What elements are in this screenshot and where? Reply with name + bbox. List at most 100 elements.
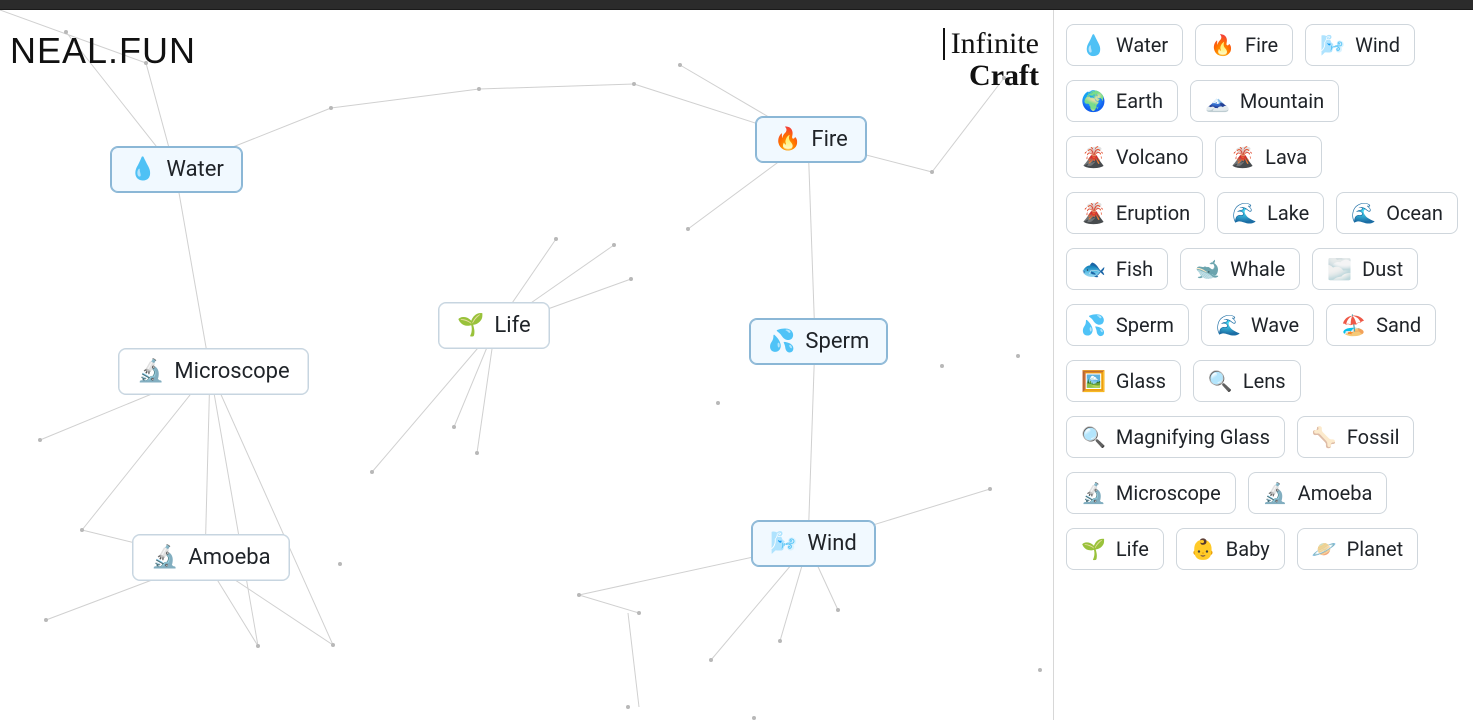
sidebar-item-label: Planet xyxy=(1347,537,1404,561)
sidebar-item-label: Volcano xyxy=(1116,145,1188,169)
lens-icon: 🔍 xyxy=(1208,371,1233,391)
sidebar-item-wind[interactable]: 🌬️ Wind xyxy=(1305,24,1415,66)
brand-logo-right-line1: Infinite xyxy=(943,28,1039,60)
elements-sidebar[interactable]: 💧Water🔥Fire🌬️Wind🌍Earth🗻Mountain🌋Volcano… xyxy=(1053,10,1473,720)
canvas-item-life[interactable]: 🌱 Life xyxy=(438,302,550,349)
baby-icon: 👶 xyxy=(1191,539,1216,559)
sidebar-row: 💧 Water 🔥 Fire 🌬️ Wind xyxy=(1066,24,1461,66)
life-icon: 🌱 xyxy=(457,315,484,337)
sidebar-item-sand[interactable]: 🏖️ Sand xyxy=(1326,304,1436,346)
sidebar-item-label: Wave xyxy=(1251,313,1299,337)
sidebar-item-label: Dust xyxy=(1362,257,1403,281)
canvas-item-wind[interactable]: 🌬️Wind xyxy=(751,520,876,567)
canvas-item-amoeba[interactable]: 🔬Amoeba xyxy=(132,534,290,581)
water-icon: 💧 xyxy=(129,159,156,181)
sidebar-item-label: Wind xyxy=(1355,33,1400,57)
window-chrome-bar xyxy=(0,0,1473,10)
sidebar-item-eruption[interactable]: 🌋 Eruption xyxy=(1066,192,1205,234)
sidebar-item-mountain[interactable]: 🗻 Mountain xyxy=(1190,80,1339,122)
sidebar-item-ocean[interactable]: 🌊Ocean xyxy=(1336,192,1458,234)
sidebar-item-label: Amoeba xyxy=(1298,481,1373,505)
canvas-item-label: Water xyxy=(166,157,223,182)
sidebar-item-label: Ocean xyxy=(1386,201,1443,225)
sidebar-item-baby[interactable]: 👶 Baby xyxy=(1176,528,1285,570)
sidebar-item-life[interactable]: 🌱 Life xyxy=(1066,528,1164,570)
wind-icon: 🌬️ xyxy=(1320,35,1345,55)
sidebar-item-label: Life xyxy=(1116,537,1149,561)
sidebar-row: 🐟 Fish 🐋 Whale 🌫️ Dust xyxy=(1066,248,1461,290)
canvas-item-label: Life xyxy=(494,313,530,338)
sperm-icon: 💦 xyxy=(1081,315,1106,335)
life-icon: 🌱 xyxy=(1081,539,1106,559)
earth-icon: 🌍 xyxy=(1081,91,1106,111)
sidebar-item-earth[interactable]: 🌍Earth xyxy=(1066,80,1178,122)
fire-icon: 🔥 xyxy=(1210,35,1235,55)
canvas-item-sperm[interactable]: 💦 Sperm xyxy=(749,318,888,365)
sidebar-row: 💦Sperm 🌊 Wave 🏖️ Sand xyxy=(1066,304,1461,346)
sidebar-item-dust[interactable]: 🌫️ Dust xyxy=(1312,248,1418,290)
sidebar-item-label: Fire xyxy=(1245,33,1278,57)
fish-icon: 🐟 xyxy=(1081,259,1106,279)
sidebar-item-lens[interactable]: 🔍 Lens xyxy=(1193,360,1301,402)
sperm-icon: 💦 xyxy=(768,331,795,353)
glass-icon: 🖼️ xyxy=(1081,371,1106,391)
sidebar-item-magnifying-glass[interactable]: 🔍 Magnifying Glass xyxy=(1066,416,1285,458)
sidebar-item-wave[interactable]: 🌊 Wave xyxy=(1201,304,1314,346)
sidebar-item-label: Lens xyxy=(1243,369,1286,393)
whale-icon: 🐋 xyxy=(1195,259,1220,279)
sidebar-item-volcano[interactable]: 🌋Volcano xyxy=(1066,136,1203,178)
eruption-icon: 🌋 xyxy=(1081,203,1106,223)
sidebar-item-water[interactable]: 💧 Water xyxy=(1066,24,1183,66)
magnifying-glass-icon: 🔍 xyxy=(1081,427,1106,447)
sidebar-item-label: Sand xyxy=(1376,313,1421,337)
sidebar-item-label: Whale xyxy=(1230,257,1285,281)
sidebar-row: 🌍Earth 🗻 Mountain xyxy=(1066,80,1461,122)
planet-icon: 🪐 xyxy=(1312,539,1337,559)
sidebar-item-lava[interactable]: 🌋 Lava xyxy=(1215,136,1322,178)
sidebar-item-sperm[interactable]: 💦Sperm xyxy=(1066,304,1189,346)
sidebar-item-label: Lava xyxy=(1265,145,1307,169)
water-icon: 💧 xyxy=(1081,35,1106,55)
canvas-item-label: Sperm xyxy=(805,329,869,354)
sidebar-item-lake[interactable]: 🌊Lake xyxy=(1217,192,1324,234)
sidebar-row: 🔬Microscope🔬Amoeba xyxy=(1066,472,1461,514)
sidebar-row: 🌋 Eruption 🌊Lake 🌊Ocean xyxy=(1066,192,1461,234)
sidebar-item-whale[interactable]: 🐋 Whale xyxy=(1180,248,1300,290)
sand-icon: 🏖️ xyxy=(1341,315,1366,335)
canvas-item-label: Microscope xyxy=(174,359,289,384)
microscope-icon: 🔬 xyxy=(1081,483,1106,503)
sidebar-item-planet[interactable]: 🪐 Planet xyxy=(1297,528,1418,570)
brand-logo-right-line2: Craft xyxy=(943,60,1039,92)
sidebar-item-label: Magnifying Glass xyxy=(1116,425,1270,449)
canvas-item-water[interactable]: 💧 Water xyxy=(110,146,243,193)
sidebar-item-label: Baby xyxy=(1226,537,1270,561)
sidebar-item-fish[interactable]: 🐟 Fish xyxy=(1066,248,1168,290)
canvas-item-microscope[interactable]: 🔬Microscope xyxy=(118,348,309,395)
sidebar-row: 🌱 Life 👶 Baby 🪐 Planet xyxy=(1066,528,1461,570)
sidebar-item-label: Eruption xyxy=(1116,201,1190,225)
app-main: NEAL.FUN Infinite Craft 💧 Water 🔥 Fire 🌱 Life… xyxy=(0,10,1473,720)
sidebar-item-amoeba[interactable]: 🔬 Amoeba xyxy=(1248,472,1388,514)
sidebar-item-glass[interactable]: 🖼️Glass xyxy=(1066,360,1181,402)
sidebar-item-label: Fish xyxy=(1116,257,1153,281)
sidebar-item-label: Water xyxy=(1116,33,1168,57)
canvas-item-fire[interactable]: 🔥Fire xyxy=(755,116,867,163)
lava-icon: 🌋 xyxy=(1230,147,1255,167)
amoeba-icon: 🔬 xyxy=(1263,483,1288,503)
fire-icon: 🔥 xyxy=(774,129,801,151)
amoeba-icon: 🔬 xyxy=(151,547,178,569)
sidebar-item-label: Mountain xyxy=(1240,89,1324,113)
sidebar-item-microscope[interactable]: 🔬Microscope xyxy=(1066,472,1236,514)
craft-canvas[interactable]: NEAL.FUN Infinite Craft 💧 Water 🔥Fire 🌱 Life… xyxy=(0,10,1053,720)
sidebar-item-label: Lake xyxy=(1267,201,1309,225)
sidebar-item-label: Fossil xyxy=(1347,425,1400,449)
fossil-icon: 🦴 xyxy=(1312,427,1337,447)
wave-icon: 🌊 xyxy=(1216,315,1241,335)
sidebar-row: 🖼️Glass 🔍 Lens xyxy=(1066,360,1461,402)
sidebar-item-fire[interactable]: 🔥 Fire xyxy=(1195,24,1293,66)
brand-logo-right: Infinite Craft xyxy=(943,28,1039,91)
dust-icon: 🌫️ xyxy=(1327,259,1352,279)
sidebar-item-fossil[interactable]: 🦴 Fossil xyxy=(1297,416,1415,458)
mountain-icon: 🗻 xyxy=(1205,91,1230,111)
brand-logo-left[interactable]: NEAL.FUN xyxy=(10,30,196,72)
